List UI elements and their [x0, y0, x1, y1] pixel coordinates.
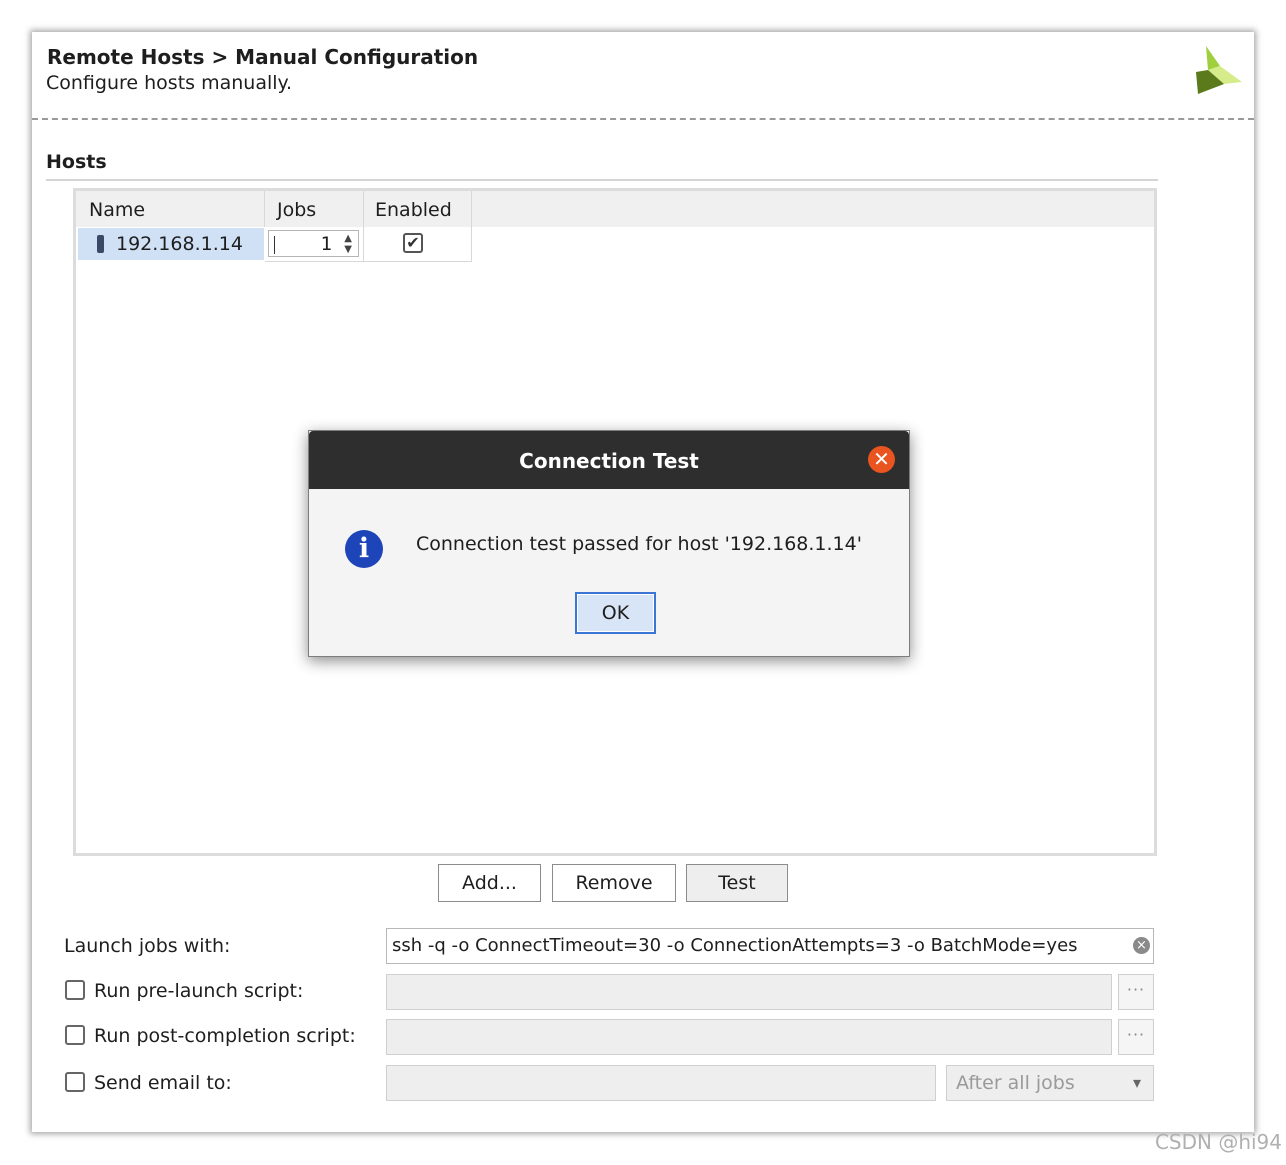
page-title: Remote Hosts > Manual Configuration: [47, 45, 479, 69]
email-when-value: After all jobs: [956, 1072, 1075, 1094]
info-icon: i: [345, 530, 383, 568]
host-name: 192.168.1.14: [116, 233, 243, 255]
table-row[interactable]: 192.168.1.14 1 ▲ ▼ ✔: [76, 227, 472, 262]
column-header-name[interactable]: Name: [76, 191, 265, 227]
email-label: Send email to:: [94, 1072, 232, 1094]
jobs-value: 1: [320, 233, 332, 255]
chevron-down-icon: ▾: [1132, 1073, 1141, 1092]
column-header-jobs[interactable]: Jobs: [265, 191, 364, 227]
jobs-spinner[interactable]: 1 ▲ ▼: [268, 230, 359, 257]
launch-jobs-label: Launch jobs with:: [64, 935, 231, 957]
postcompletion-browse-button[interactable]: ···: [1118, 1019, 1154, 1055]
row-handle-icon: [97, 235, 104, 253]
ok-button[interactable]: OK: [575, 592, 656, 634]
spinner-up-icon[interactable]: ▲: [344, 234, 352, 244]
prelaunch-label: Run pre-launch script:: [94, 980, 304, 1002]
email-input[interactable]: [386, 1065, 936, 1101]
prelaunch-browse-button[interactable]: ···: [1118, 974, 1154, 1010]
close-icon[interactable]: ✕: [868, 446, 895, 473]
header-divider: [32, 118, 1254, 120]
host-name-cell[interactable]: 192.168.1.14: [78, 228, 264, 260]
watermark: CSDN @hi94: [1154, 1130, 1282, 1154]
enabled-cell: ✔: [364, 227, 472, 262]
email-when-select[interactable]: After all jobs ▾: [946, 1065, 1154, 1101]
xilinx-logo-icon: [1196, 46, 1242, 94]
prelaunch-script-input[interactable]: [386, 974, 1112, 1010]
connection-test-dialog: Connection Test ✕ i Connection test pass…: [308, 430, 910, 657]
clear-icon[interactable]: ×: [1133, 937, 1150, 954]
email-checkbox[interactable]: [65, 1072, 85, 1092]
enabled-checkbox[interactable]: ✔: [403, 233, 423, 253]
launch-jobs-input[interactable]: ssh -q -o ConnectTimeout=30 -o Connectio…: [386, 928, 1154, 964]
jobs-cell: 1 ▲ ▼: [265, 227, 364, 262]
test-host-button[interactable]: Test: [686, 864, 788, 902]
postcompletion-checkbox[interactable]: [65, 1025, 85, 1045]
prelaunch-checkbox[interactable]: [65, 980, 85, 1000]
postcompletion-label: Run post-completion script:: [94, 1025, 356, 1047]
section-divider: [46, 179, 1158, 181]
spinner-down-icon[interactable]: ▼: [344, 245, 352, 255]
dialog-message: Connection test passed for host '192.168…: [416, 533, 862, 555]
postcompletion-script-input[interactable]: [386, 1019, 1112, 1055]
column-header-enabled[interactable]: Enabled: [364, 191, 472, 227]
remove-host-button[interactable]: Remove: [552, 864, 676, 902]
hosts-section-title: Hosts: [46, 151, 107, 173]
dialog-title: Connection Test: [519, 449, 699, 473]
add-host-button[interactable]: Add...: [438, 864, 541, 902]
launch-jobs-value: ssh -q -o ConnectTimeout=30 -o Connectio…: [392, 935, 1078, 956]
text-caret: [274, 236, 275, 254]
table-header: Name Jobs Enabled: [76, 191, 1154, 227]
page-subtitle: Configure hosts manually.: [46, 72, 293, 94]
